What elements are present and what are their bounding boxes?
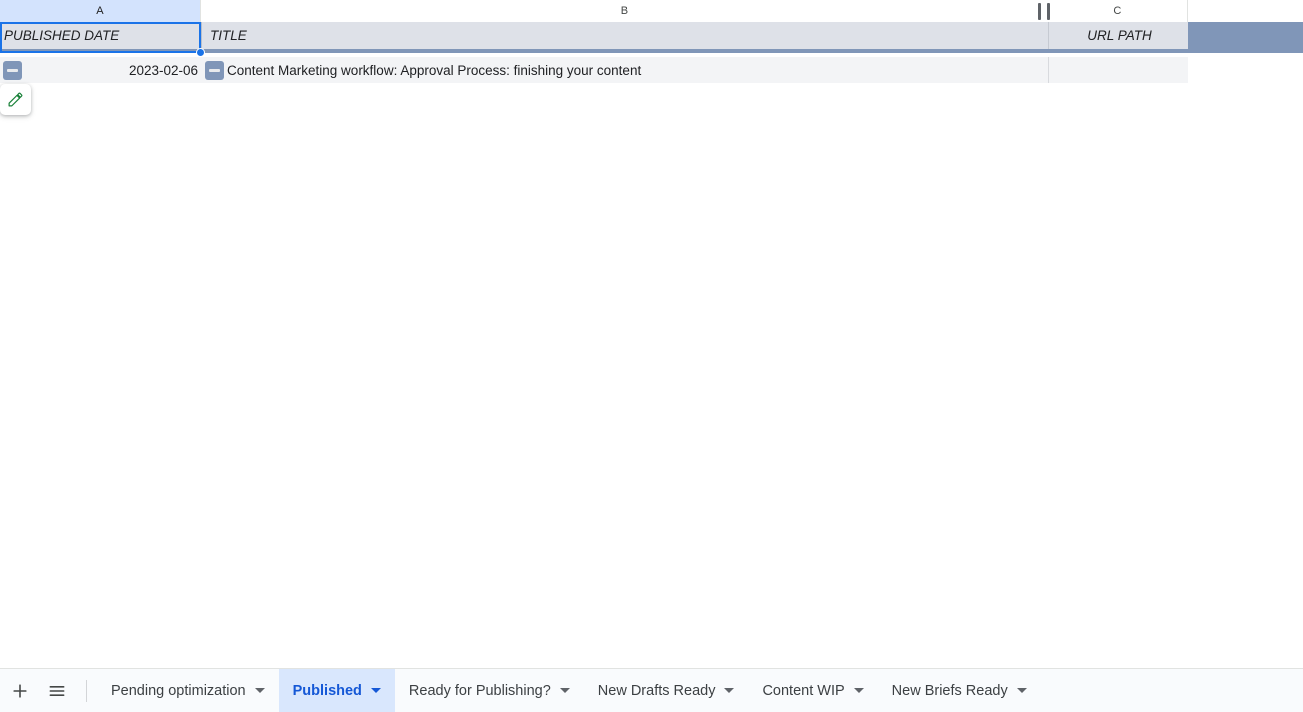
- chevron-down-icon[interactable]: [254, 688, 265, 693]
- sheet-tab-label: New Briefs Ready: [891, 682, 1008, 699]
- chevron-down-icon[interactable]: [853, 688, 864, 693]
- fill-handle[interactable]: [196, 48, 205, 57]
- spreadsheet-app: A B C PUBLISHED DATE TITLE URL PATH 2023…: [0, 0, 1303, 712]
- sheet-tab-new-drafts-ready[interactable]: New Drafts Ready: [584, 669, 749, 712]
- cell-url-path-header[interactable]: URL PATH: [1048, 22, 1188, 49]
- sheet-tab-label: Published: [292, 682, 362, 699]
- sheet-tab-label: Ready for Publishing?: [408, 682, 551, 699]
- column-header-b-label: B: [620, 5, 629, 17]
- cell-published-date[interactable]: 2023-02-06: [0, 57, 201, 83]
- sheet-tab-content-wip[interactable]: Content WIP: [748, 669, 877, 712]
- cell-published-date-header-text: PUBLISHED DATE: [4, 28, 120, 43]
- cell-published-date-text: 2023-02-06: [128, 62, 198, 78]
- grid-header-row: PUBLISHED DATE TITLE URL PATH: [0, 22, 1303, 53]
- sheet-tab-label: Content WIP: [762, 682, 845, 699]
- sheet-tab-label: Pending optimization: [111, 682, 246, 699]
- freeze-line-grip-left[interactable]: [1038, 3, 1041, 20]
- collapse-group-button-a[interactable]: [3, 61, 22, 80]
- cell-url-path[interactable]: [1048, 57, 1188, 83]
- cell-published-date-header[interactable]: PUBLISHED DATE: [0, 22, 201, 49]
- cell-title[interactable]: Content Marketing workflow: Approval Pro…: [201, 57, 1048, 83]
- sheet-tab-bar: Pending optimization Published Ready for…: [0, 668, 1303, 712]
- freeze-line-grip-right[interactable]: [1047, 3, 1050, 20]
- chevron-down-icon[interactable]: [370, 688, 381, 693]
- column-header-a[interactable]: A: [0, 0, 201, 22]
- cell-url-path-header-text: URL PATH: [1087, 28, 1152, 43]
- plus-icon: [10, 681, 30, 701]
- spreadsheet-grid: A B C PUBLISHED DATE TITLE URL PATH 2023…: [0, 0, 1303, 668]
- column-header-c-label: C: [1113, 5, 1122, 17]
- column-header-a-label: A: [96, 5, 104, 17]
- sheet-tab-ready-for-publishing[interactable]: Ready for Publishing?: [395, 669, 584, 712]
- sheet-tab-published[interactable]: Published: [278, 669, 395, 712]
- sheet-tab-new-briefs-ready[interactable]: New Briefs Ready: [878, 669, 1041, 712]
- cell-empty-header[interactable]: [1188, 22, 1303, 49]
- column-header-c[interactable]: C: [1048, 0, 1188, 22]
- collapse-group-button-b[interactable]: [205, 61, 224, 80]
- toolbar-divider: [86, 679, 87, 702]
- cell-title-header[interactable]: TITLE: [201, 22, 1048, 49]
- chevron-down-icon[interactable]: [559, 688, 570, 693]
- all-sheets-button[interactable]: [40, 674, 74, 708]
- sheet-tab-pending-optimization[interactable]: Pending optimization: [97, 669, 279, 712]
- add-sheet-button[interactable]: [3, 674, 37, 708]
- pencil-icon: [7, 91, 24, 108]
- cell-title-text: Content Marketing workflow: Approval Pro…: [227, 62, 642, 78]
- hamburger-menu-icon: [47, 681, 67, 701]
- table-row: 2023-02-06 Content Marketing workflow: A…: [0, 57, 1188, 83]
- column-header-d[interactable]: [1188, 0, 1303, 22]
- sheet-tab-label: New Drafts Ready: [597, 682, 716, 699]
- edit-record-button[interactable]: [0, 84, 31, 115]
- chevron-down-icon[interactable]: [1016, 688, 1027, 693]
- column-header-b[interactable]: B: [201, 0, 1048, 22]
- chevron-down-icon[interactable]: [724, 688, 735, 693]
- column-header-strip: A B C: [0, 0, 1303, 22]
- cell-title-header-text: TITLE: [210, 28, 247, 43]
